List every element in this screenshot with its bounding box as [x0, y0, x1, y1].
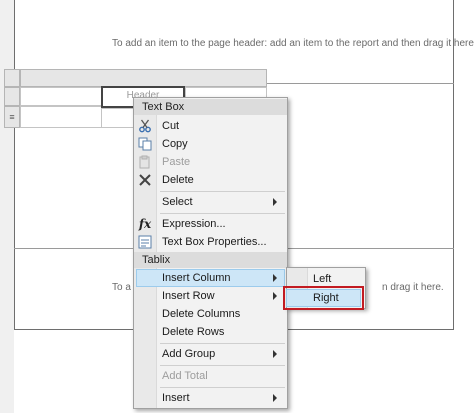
- submenu-arrow-icon: [273, 350, 277, 358]
- menu-item-delete[interactable]: Delete: [162, 171, 194, 189]
- menu-item-textbox-properties[interactable]: Text Box Properties...: [162, 233, 267, 251]
- menu-separator: [160, 191, 285, 192]
- submenu-arrow-icon: [273, 292, 277, 300]
- callout-highlight-box: Right: [283, 286, 364, 310]
- section-tablix: Tablix: [134, 252, 287, 268]
- tablix-corner-handle[interactable]: [4, 69, 20, 87]
- context-menu[interactable]: Text Box Cut Copy Paste Delete Select fx…: [133, 97, 288, 409]
- page-footer-hint-left: To a: [112, 282, 131, 293]
- expression-icon: fx: [138, 217, 152, 231]
- menu-item-expression[interactable]: Expression...: [162, 215, 226, 233]
- submenu-arrow-icon: [273, 198, 277, 206]
- menu-item-insert[interactable]: Insert: [162, 389, 190, 407]
- menu-item-insert-column[interactable]: Insert Column: [162, 269, 230, 287]
- menu-item-cut[interactable]: Cut: [162, 117, 179, 135]
- page-footer-hint-right: n drag it here.: [382, 282, 444, 293]
- section-textbox: Text Box: [134, 99, 287, 115]
- menu-item-copy[interactable]: Copy: [162, 135, 188, 153]
- delete-icon: [138, 173, 152, 187]
- menu-item-insert-row[interactable]: Insert Row: [162, 287, 215, 305]
- menu-item-add-group[interactable]: Add Group: [162, 345, 215, 363]
- copy-icon: [138, 137, 152, 151]
- left-gutter: [0, 0, 14, 413]
- properties-icon: [138, 235, 152, 249]
- paste-icon: [138, 155, 152, 169]
- submenu-item-right[interactable]: Right: [313, 289, 339, 307]
- row-handle-icon[interactable]: ≡: [4, 106, 20, 128]
- menu-separator: [160, 387, 285, 388]
- menu-item-select[interactable]: Select: [162, 193, 193, 211]
- menu-item-delete-columns[interactable]: Delete Columns: [162, 305, 240, 323]
- menu-separator: [160, 343, 285, 344]
- tablix-column-handles[interactable]: [20, 69, 267, 87]
- page-header-hint: To add an item to the page header: add a…: [112, 38, 474, 49]
- menu-item-paste[interactable]: Paste: [162, 153, 190, 171]
- menu-item-delete-rows[interactable]: Delete Rows: [162, 323, 224, 341]
- submenu-arrow-icon: [273, 394, 277, 402]
- cut-icon: [138, 119, 152, 133]
- menu-separator: [160, 365, 285, 366]
- menu-item-add-total[interactable]: Add Total: [162, 367, 208, 385]
- table-cell[interactable]: [20, 87, 102, 106]
- tablix-row-handle-1[interactable]: [4, 87, 20, 106]
- table-cell[interactable]: [20, 106, 102, 128]
- submenu-arrow-icon: [273, 274, 277, 282]
- menu-separator: [160, 213, 285, 214]
